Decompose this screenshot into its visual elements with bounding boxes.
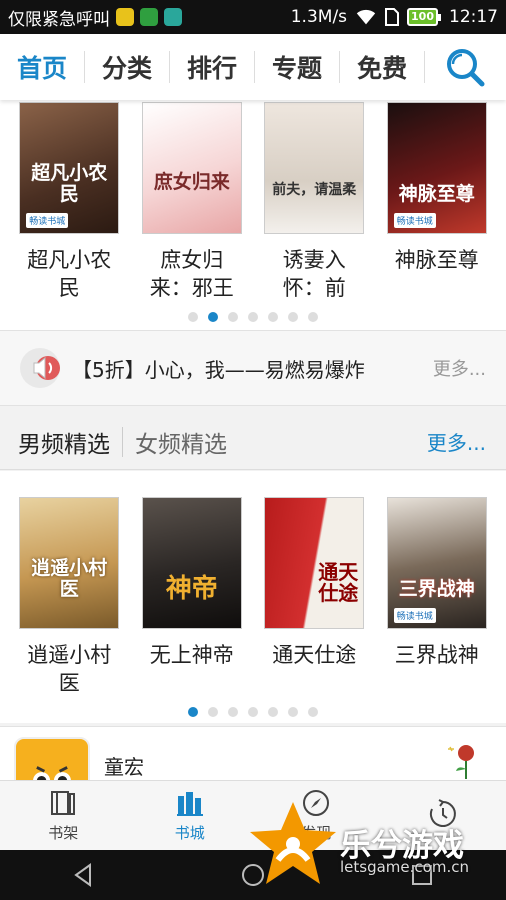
notification-app-icon bbox=[164, 8, 182, 26]
nav-discover-label: 发现 bbox=[301, 824, 332, 842]
publisher-badge: 畅读书城 bbox=[393, 608, 436, 623]
page-dot bbox=[228, 312, 238, 322]
book-cover[interactable]: 神帝 bbox=[141, 497, 242, 629]
book-card[interactable]: 庶女归来 庶女归 来：邪王 bbox=[141, 102, 243, 302]
page-dot bbox=[268, 707, 278, 717]
nav-bookshelf[interactable]: 书架 bbox=[0, 781, 127, 850]
cover-title: 通天仕途 bbox=[318, 560, 359, 605]
sim-icon bbox=[385, 8, 400, 26]
promo-banner[interactable]: 【5折】小心，我——易燃易爆炸 更多... bbox=[0, 330, 506, 406]
section-book-row: 逍遥小村医 逍遥小村医 神帝 无上神帝 通天仕途 通天仕途 三界战神 畅读书城 … bbox=[0, 497, 506, 697]
speaker-icon bbox=[20, 348, 60, 388]
book-cover[interactable]: 三界战神 畅读书城 bbox=[386, 497, 487, 629]
page-dot bbox=[248, 312, 258, 322]
tab-topics[interactable]: 专题 bbox=[255, 51, 341, 83]
book-cover[interactable]: 神脉至尊 畅读书城 bbox=[386, 102, 487, 234]
user-name: 童宏 bbox=[104, 755, 144, 779]
page-dot bbox=[268, 312, 278, 322]
network-speed: 1.3M/s bbox=[290, 7, 348, 27]
bookstore-icon bbox=[176, 792, 203, 816]
status-bar: 仅限紧急呼叫 1.3M/s 100 12:17 bbox=[0, 0, 506, 34]
tab-male-picks[interactable]: 男频精选 bbox=[0, 426, 123, 458]
page-dot bbox=[228, 707, 238, 717]
bookshelf-icon bbox=[51, 791, 76, 815]
rose-icon bbox=[448, 745, 474, 779]
book-title: 神脉至尊 bbox=[394, 248, 479, 272]
featured-book-row: 超凡小农民 畅读书城 超凡小农民 庶女归来 庶女归 来：邪王 前夫，请温柔 诱妻入… bbox=[0, 102, 506, 302]
carrier-label: 仅限紧急呼叫 bbox=[8, 9, 110, 30]
page-dot bbox=[188, 707, 198, 717]
avatar[interactable] bbox=[14, 737, 90, 780]
page-dot bbox=[308, 707, 318, 717]
nav-bookstore-label: 书城 bbox=[174, 824, 205, 842]
back-icon[interactable] bbox=[70, 861, 98, 889]
book-card[interactable]: 超凡小农民 畅读书城 超凡小农民 bbox=[18, 102, 120, 302]
user-recommendation-row[interactable]: 童宏 bbox=[0, 726, 506, 780]
home-icon[interactable] bbox=[239, 861, 267, 889]
nav-bookshelf-label: 书架 bbox=[48, 824, 79, 842]
book-card[interactable]: 逍遥小村医 逍遥小村医 bbox=[18, 497, 120, 697]
page-dot bbox=[288, 707, 298, 717]
book-title: 三界战神 bbox=[394, 643, 479, 667]
compass-icon bbox=[303, 790, 330, 816]
notification-app-icon bbox=[140, 8, 158, 26]
wifi-icon bbox=[356, 9, 376, 25]
book-title: 超凡小农民 bbox=[27, 248, 112, 300]
featured-page-indicator bbox=[0, 312, 506, 322]
cover-title: 庶女归来 bbox=[153, 171, 230, 193]
nav-history[interactable] bbox=[380, 781, 506, 850]
page-dot bbox=[208, 707, 218, 717]
book-card[interactable]: 前夫，请温柔 诱妻入 怀：前 bbox=[263, 102, 365, 302]
book-cover[interactable]: 庶女归来 bbox=[141, 102, 242, 234]
battery-icon: 100 bbox=[407, 8, 441, 26]
book-cover[interactable]: 通天仕途 bbox=[264, 497, 365, 629]
promo-more-link[interactable]: 更多... bbox=[433, 355, 486, 381]
book-card[interactable]: 三界战神 畅读书城 三界战神 bbox=[386, 497, 488, 697]
history-icon bbox=[429, 798, 456, 827]
book-title: 庶女归 来：邪王 bbox=[149, 248, 234, 300]
section-header: 男频精选 女频精选 更多... bbox=[0, 414, 506, 470]
book-card[interactable]: 通天仕途 通天仕途 bbox=[263, 497, 365, 697]
nav-discover[interactable]: 发现 bbox=[253, 781, 380, 850]
section-page-indicator bbox=[0, 707, 506, 717]
tab-home[interactable]: 首页 bbox=[0, 51, 86, 83]
tab-free[interactable]: 免费 bbox=[340, 51, 426, 83]
page-dot bbox=[248, 707, 258, 717]
book-title: 通天仕途 bbox=[272, 643, 357, 667]
bottom-nav: 书架 书城 发现 bbox=[0, 780, 506, 850]
system-nav-bar bbox=[0, 850, 506, 900]
book-title: 诱妻入 怀：前 bbox=[282, 248, 346, 300]
top-tab-bar: 首页 分类 排行 专题 免费 bbox=[0, 34, 506, 100]
book-title: 逍遥小村医 bbox=[27, 643, 112, 695]
cover-title: 三界战神 bbox=[398, 578, 475, 600]
tab-ranking[interactable]: 排行 bbox=[170, 51, 256, 83]
book-card[interactable]: 神脉至尊 畅读书城 神脉至尊 bbox=[386, 102, 488, 302]
notification-app-icon bbox=[116, 8, 134, 26]
tab-female-picks[interactable]: 女频精选 bbox=[123, 427, 239, 458]
book-cover[interactable]: 超凡小农民 畅读书城 bbox=[19, 102, 120, 234]
book-card[interactable]: 神帝 无上神帝 bbox=[141, 497, 243, 697]
battery-level: 100 bbox=[407, 8, 438, 26]
book-title: 无上神帝 bbox=[149, 643, 234, 667]
recents-icon[interactable] bbox=[408, 861, 436, 889]
search-icon[interactable] bbox=[444, 46, 486, 88]
book-cover[interactable]: 逍遥小村医 bbox=[19, 497, 120, 629]
cover-title: 前夫，请温柔 bbox=[272, 182, 357, 198]
page-dot bbox=[308, 312, 318, 322]
book-cover[interactable]: 前夫，请温柔 bbox=[264, 102, 365, 234]
clock: 12:17 bbox=[449, 7, 498, 27]
publisher-badge: 畅读书城 bbox=[26, 213, 69, 228]
promo-text[interactable]: 【5折】小心，我——易燃易爆炸 bbox=[72, 354, 365, 383]
page-dot bbox=[208, 312, 218, 322]
nav-bookstore[interactable]: 书城 bbox=[127, 781, 254, 850]
page-dot bbox=[288, 312, 298, 322]
cover-title: 超凡小农民 bbox=[31, 162, 108, 205]
page-dot bbox=[188, 312, 198, 322]
publisher-badge: 畅读书城 bbox=[393, 213, 436, 228]
cover-title: 神脉至尊 bbox=[398, 183, 475, 205]
cover-title: 神帝 bbox=[165, 574, 218, 604]
tab-category[interactable]: 分类 bbox=[85, 51, 171, 83]
section-more-link[interactable]: 更多... bbox=[427, 427, 486, 456]
cover-title: 逍遥小村医 bbox=[31, 557, 108, 600]
